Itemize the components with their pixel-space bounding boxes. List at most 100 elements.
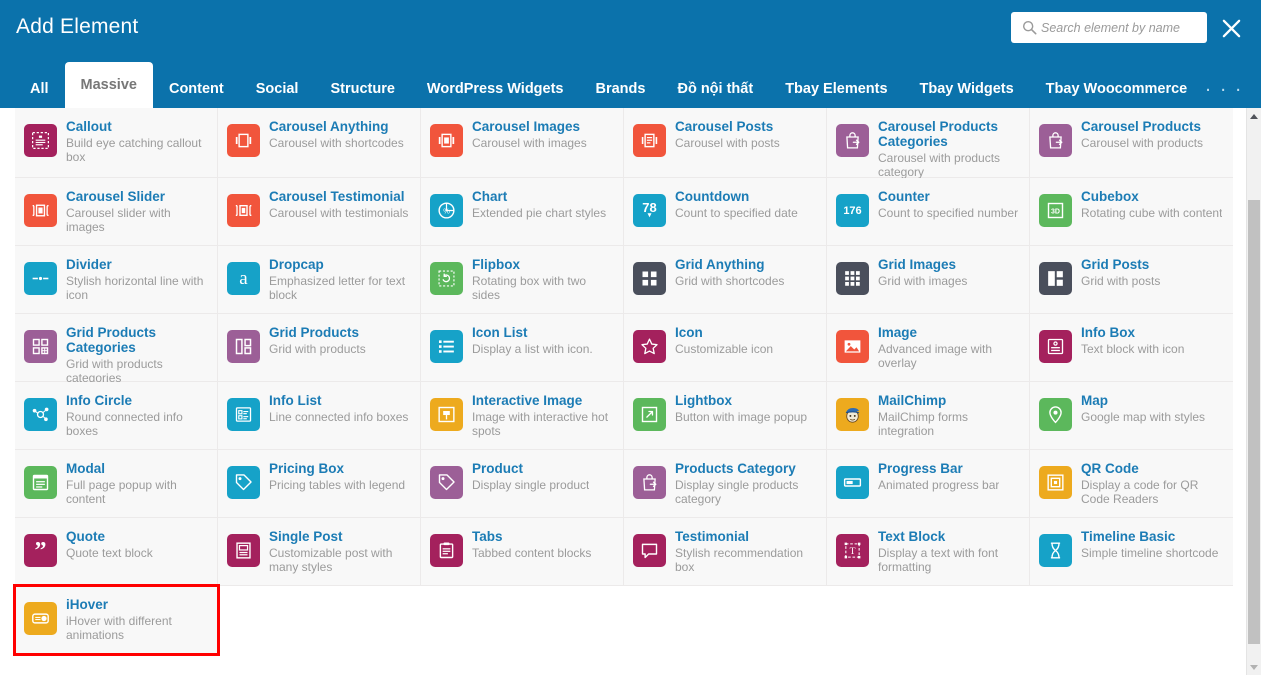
element-card[interactable]: Grid Anything Grid with shortcodes (624, 246, 827, 314)
element-card[interactable]: Progress Bar Animated progress bar (827, 450, 1030, 518)
element-card-description: Stylish horizontal line with icon (66, 274, 204, 302)
vertical-scrollbar[interactable] (1246, 108, 1261, 675)
element-card[interactable]: Carousel Posts Carousel with posts (624, 108, 827, 178)
single-post-icon (227, 534, 260, 567)
element-card-title: Interactive Image (472, 393, 583, 408)
element-card[interactable]: Carousel Products Categories Carousel wit… (827, 108, 1030, 179)
element-card[interactable]: Image Advanced image with overlay (827, 314, 1030, 382)
element-card-text: Carousel Products Categories Carousel wit… (878, 119, 1021, 179)
element-card[interactable]: Callout Build eye catching callout box (15, 108, 218, 178)
tabs-overflow-icon[interactable]: . . . (1205, 70, 1243, 108)
bag-arrow-icon (633, 466, 666, 499)
scroll-down-icon[interactable] (1247, 659, 1261, 675)
element-card[interactable]: 78 ▾ Countdown Count to specified date (624, 178, 827, 246)
element-card[interactable]: Info List Line connected info boxes (218, 382, 421, 450)
element-card[interactable]: Testimonial Stylish recommendation box (624, 518, 827, 586)
element-card[interactable]: ” Quote Quote text block (15, 518, 218, 586)
element-card[interactable]: Grid Products Categories Grid with produc… (15, 314, 218, 385)
element-card[interactable]: iHover iHover with different animations (13, 584, 220, 656)
element-card-title: Grid Images (878, 257, 957, 272)
elements-grid: Callout Build eye catching callout box Car… (13, 108, 1233, 656)
element-card[interactable]: Product Display single product (421, 450, 624, 518)
tab-content[interactable]: Content (153, 70, 240, 108)
carousel-testimonial-icon (227, 194, 260, 227)
svg-text:3D: 3D (1051, 209, 1060, 216)
counter-176-icon: 176 (836, 194, 869, 227)
tab-tbay-elements[interactable]: Tbay Elements (769, 70, 903, 108)
dropcap-a-icon: a (227, 262, 260, 295)
element-card[interactable]: Info Circle Round connected info boxes (15, 382, 218, 450)
element-card[interactable]: Icon List Display a list with icon. (421, 314, 624, 382)
element-card[interactable]: % Chart Extended pie chart styles (421, 178, 624, 246)
element-card[interactable]: Pricing Box Pricing tables with legend (218, 450, 421, 518)
element-card-text: Chart Extended pie chart styles (472, 189, 606, 220)
element-card[interactable]: Modal Full page popup with content (15, 450, 218, 518)
element-card-title: Grid Posts (1081, 257, 1150, 272)
element-card[interactable]: a Dropcap Emphasized letter for text block (218, 246, 421, 314)
countdown-78-icon: 78 ▾ (633, 194, 666, 227)
element-card-description: Full page popup with content (66, 478, 177, 506)
tab-brands[interactable]: Brands (580, 70, 662, 108)
element-card[interactable]: Interactive Image Image with interactive … (421, 382, 624, 450)
tab-all[interactable]: All (14, 70, 65, 108)
search-input[interactable] (1041, 13, 1207, 42)
element-card[interactable]: Carousel Images Carousel with images (421, 108, 624, 178)
search-box[interactable] (1011, 12, 1207, 43)
element-card-title: Carousel Products (1081, 119, 1202, 134)
tab-social[interactable]: Social (240, 70, 315, 108)
element-card[interactable]: Info Box Text block with icon (1030, 314, 1233, 382)
element-card[interactable]: Grid Images Grid with images (827, 246, 1030, 314)
element-card-description: Button with image popup (675, 410, 808, 424)
element-card[interactable]: Single Post Customizable post with many s… (218, 518, 421, 586)
element-card-description: Simple timeline shortcode (1081, 546, 1219, 560)
scroll-up-icon[interactable] (1247, 108, 1261, 124)
element-card-title: Tabs (472, 529, 503, 544)
tab-structure[interactable]: Structure (314, 70, 410, 108)
grid-images-icon (836, 262, 869, 295)
grid-posts-icon (1039, 262, 1072, 295)
tab-massive[interactable]: Massive (64, 62, 153, 108)
element-card-title: Chart (472, 189, 508, 204)
element-card-text: Timeline Basic Simple timeline shortcode (1081, 529, 1218, 560)
element-card-text: Grid Products Grid with products (269, 325, 366, 356)
close-icon[interactable] (1217, 14, 1245, 42)
element-card[interactable]: 176 Counter Count to specified number (827, 178, 1030, 246)
element-card[interactable]: Icon Customizable icon (624, 314, 827, 382)
element-card-title: MailChimp (878, 393, 947, 408)
element-card[interactable]: Carousel Anything Carousel with shortcode… (218, 108, 421, 178)
element-card-text: Interactive Image Image with interactive … (472, 393, 615, 438)
element-card-description: Round connected info boxes (66, 410, 183, 438)
tab-do-noi-that[interactable]: Đồ nội thất (661, 70, 769, 108)
element-card[interactable]: Timeline Basic Simple timeline shortcode (1030, 518, 1233, 586)
element-card[interactable]: Map Google map with styles (1030, 382, 1233, 450)
element-card[interactable]: Divider Stylish horizontal line with icon (15, 246, 218, 314)
modal-icon (24, 466, 57, 499)
element-card[interactable]: QR Code Display a code for QR Code Reader… (1030, 450, 1233, 518)
element-card[interactable]: Lightbox Button with image popup (624, 382, 827, 450)
element-card[interactable]: Flipbox Rotating box with two sides (421, 246, 624, 314)
element-card[interactable]: Grid Posts Grid with posts (1030, 246, 1233, 314)
svg-text:T: T (850, 546, 856, 557)
element-card-description: Count to specified number (878, 206, 1019, 220)
tab-wordpress-widgets[interactable]: WordPress Widgets (411, 70, 580, 108)
element-card[interactable]: Carousel Testimonial Carousel with testim… (218, 178, 421, 246)
element-card-text: QR Code Display a code for QR Code Reader… (1081, 461, 1225, 506)
element-card-title: Grid Products (269, 325, 360, 340)
element-card[interactable]: Carousel Products Carousel with products (1030, 108, 1233, 178)
element-card[interactable]: Products Category Display single products… (624, 450, 827, 518)
element-card[interactable]: MailChimp MailChimp forms integration (827, 382, 1030, 450)
element-card[interactable]: T Text Block Display a text with font form… (827, 518, 1030, 586)
element-card-title: Countdown (675, 189, 750, 204)
element-card[interactable]: Grid Products Grid with products (218, 314, 421, 382)
element-card-text: Grid Images Grid with images (878, 257, 967, 288)
scrollbar-thumb[interactable] (1248, 200, 1260, 644)
element-card[interactable]: Tabs Tabbed content blocks (421, 518, 624, 586)
testimonial-icon (633, 534, 666, 567)
element-card[interactable]: 3D Cubebox Rotating cube with content (1030, 178, 1233, 246)
element-card-title: Map (1081, 393, 1108, 408)
lightbox-expand-icon (633, 398, 666, 431)
element-card[interactable]: Carousel Slider Carousel slider with imag… (15, 178, 218, 246)
tab-tbay-woocommerce[interactable]: Tbay Woocommerce (1030, 70, 1204, 108)
tab-tbay-widgets[interactable]: Tbay Widgets (904, 70, 1030, 108)
element-card-text: Divider Stylish horizontal line with icon (66, 257, 209, 302)
